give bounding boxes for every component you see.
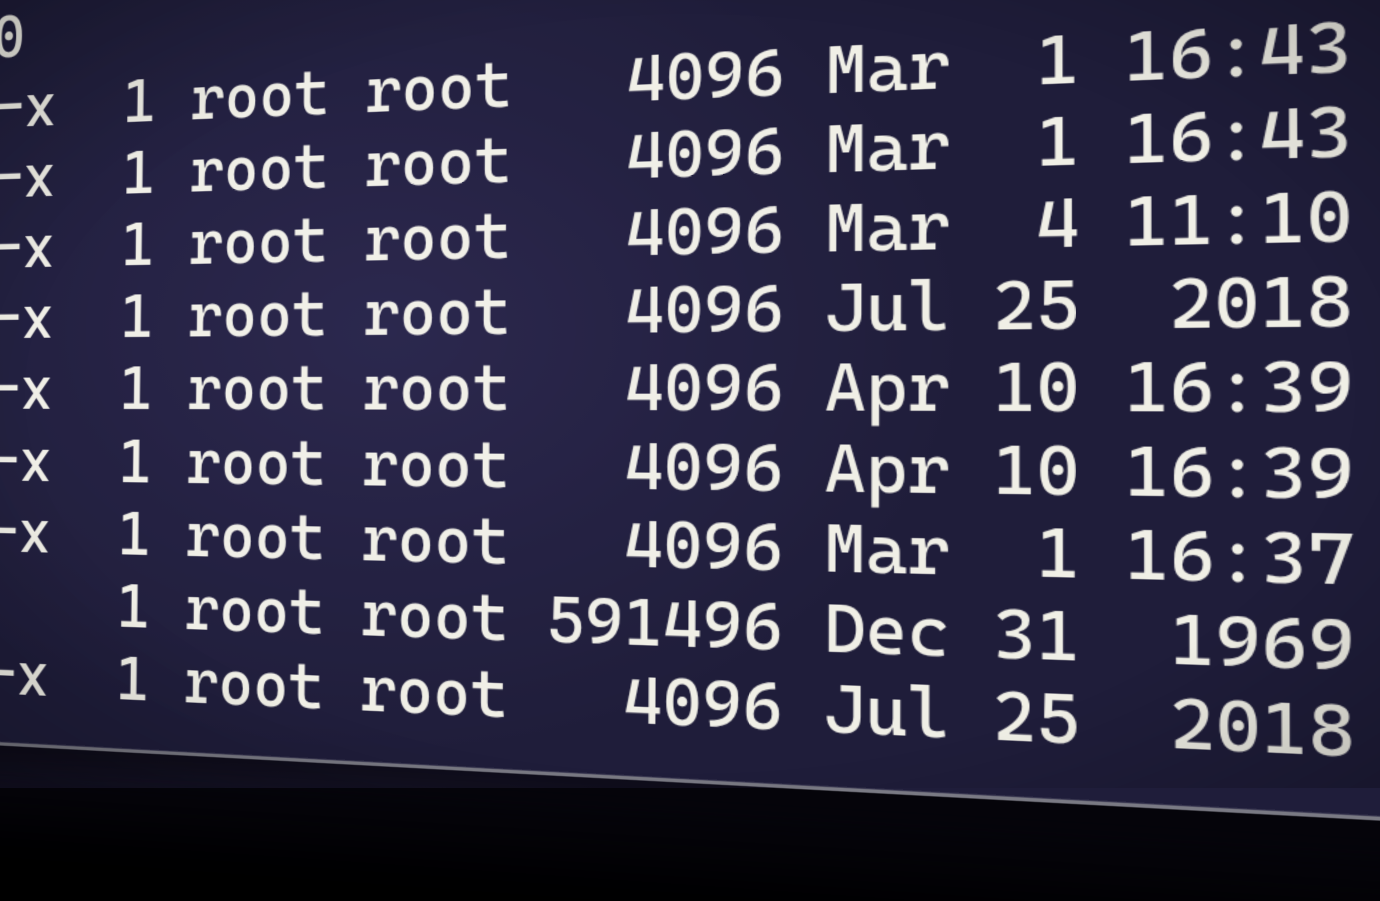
date: Apr 10 16:39 [824, 346, 1380, 431]
date: Mar 4 11:10 [825, 175, 1380, 269]
perm: r-xr-x [0, 354, 53, 424]
links: 1 [51, 497, 186, 571]
size: 4096 [546, 659, 824, 749]
list-row: r-xr-x 1 root root 4096 Apr 10 16:39 dev… [0, 345, 1380, 432]
links: 1 [53, 354, 188, 426]
perm: r-xr-x [0, 212, 55, 285]
size: 4096 [548, 270, 825, 350]
links: 1 [49, 640, 184, 717]
size: 4096 [547, 428, 824, 508]
owner: root [187, 278, 363, 352]
group: root [362, 351, 548, 426]
group: root [360, 652, 546, 735]
date: Apr 10 16:39 [824, 429, 1380, 517]
links: 1 [52, 426, 187, 498]
group: root [365, 46, 550, 128]
group: root [364, 198, 549, 276]
links: 1 [55, 136, 190, 211]
owner: root [184, 572, 361, 651]
size: 591496 [546, 582, 824, 668]
group: root [362, 427, 548, 503]
group: root [360, 577, 546, 658]
owner: root [188, 204, 364, 280]
links: 1 [54, 208, 189, 282]
perm: r-xr-x [0, 71, 57, 148]
owner: root [186, 426, 362, 500]
size: 4096 [547, 505, 825, 588]
date: Jul 25 2018 [825, 260, 1380, 348]
terminal-viewport[interactable]: @DESKTOP:~$ ll / l 580 r-xr-x 1 root roo… [0, 0, 1380, 850]
group: root [361, 502, 547, 581]
owner: root [185, 499, 362, 576]
perm: r-xr-x [0, 425, 53, 496]
perm [0, 563, 51, 639]
size: 4096 [550, 32, 826, 120]
total-line: l 580 [0, 2, 26, 79]
links: 1 [53, 281, 188, 353]
owner: root [190, 55, 366, 135]
links: 1 [56, 64, 191, 140]
perm: r-xr-x [0, 633, 50, 711]
group: root [363, 275, 549, 351]
owner: root [189, 129, 365, 207]
owner: root [187, 352, 363, 425]
date: Mar 1 16:37 [824, 509, 1380, 603]
links: 1 [50, 569, 185, 645]
owner: root [183, 645, 360, 726]
size: 4096 [548, 350, 825, 428]
perm: r-xr-x [0, 141, 56, 216]
perm: r-xr-x [0, 283, 54, 354]
terminal-window: inistrator ✕ >_ PowerShell + @DESKTOP:~$… [0, 0, 1380, 855]
size: 4096 [549, 111, 825, 197]
perm: r-xr-x [0, 494, 52, 567]
size: 4096 [549, 191, 826, 274]
group: root [364, 122, 549, 202]
